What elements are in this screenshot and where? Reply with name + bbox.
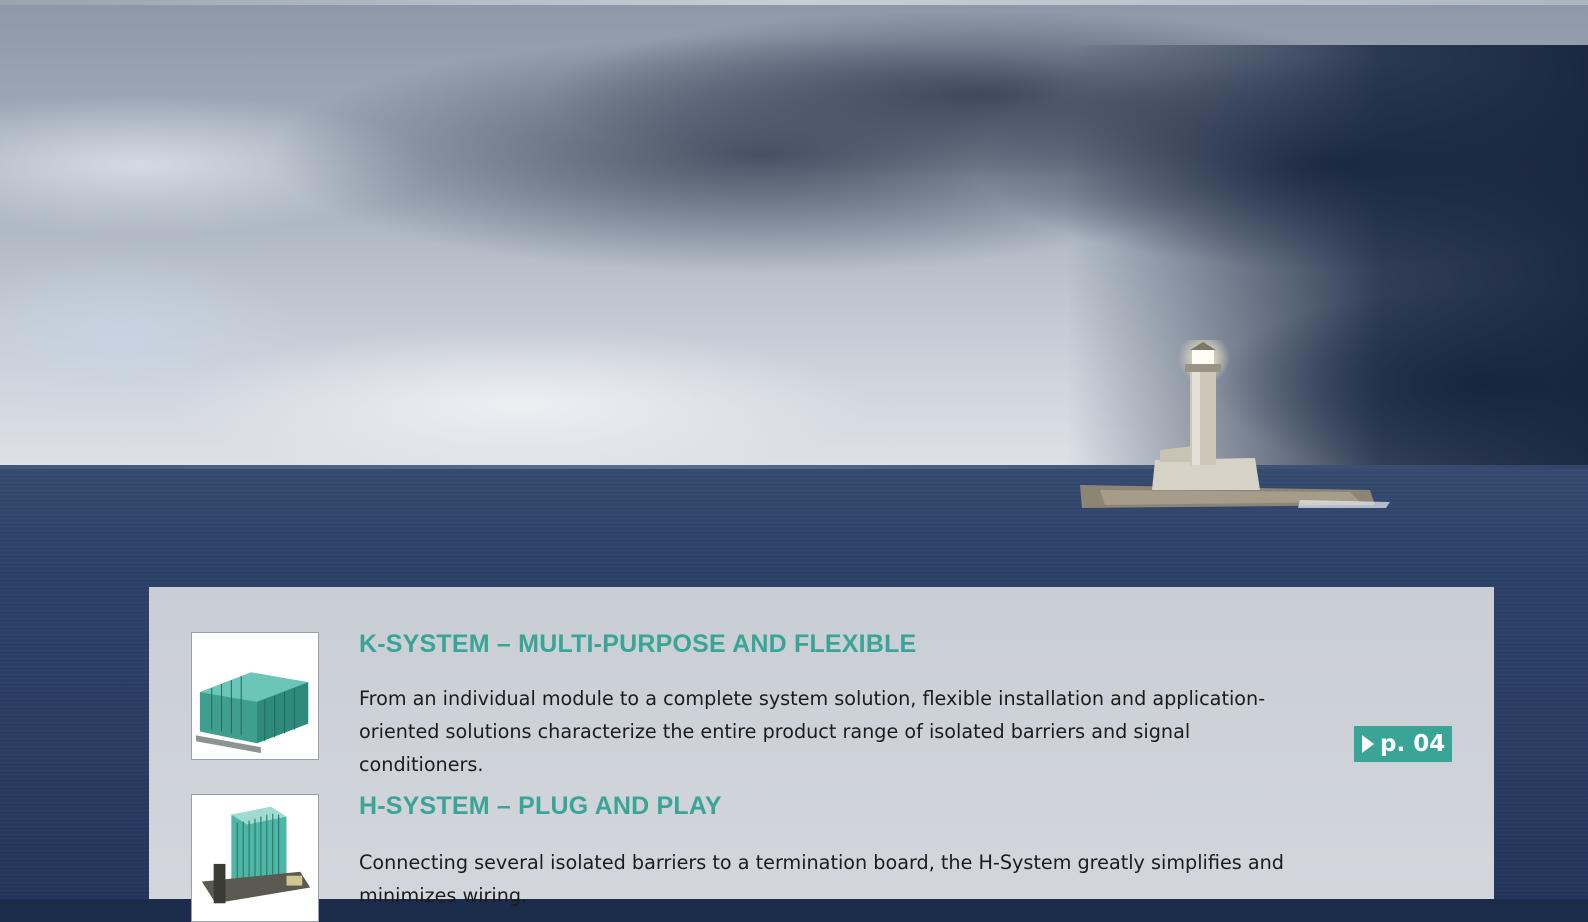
product-overview-panel: K-SYSTEM – MULTI-PURPOSE AND FLEXIBLE Fr… xyxy=(149,587,1494,922)
page-reference-link[interactable]: p. 04 xyxy=(1354,726,1452,762)
lighthouse-icon xyxy=(1080,340,1390,508)
section-heading: H-SYSTEM – PLUG AND PLAY xyxy=(359,792,722,820)
section-description: From an individual module to a complete … xyxy=(359,687,1266,776)
play-arrow-icon xyxy=(1362,735,1374,753)
section-heading: K-SYSTEM – MULTI-PURPOSE AND FLEXIBLE xyxy=(359,630,917,658)
k-system-module-photo xyxy=(191,632,319,760)
page-reference-label: p. 04 xyxy=(1380,731,1446,757)
section-description: Connecting several isolated barriers to … xyxy=(359,851,1284,907)
h-system-module-photo xyxy=(191,794,319,922)
